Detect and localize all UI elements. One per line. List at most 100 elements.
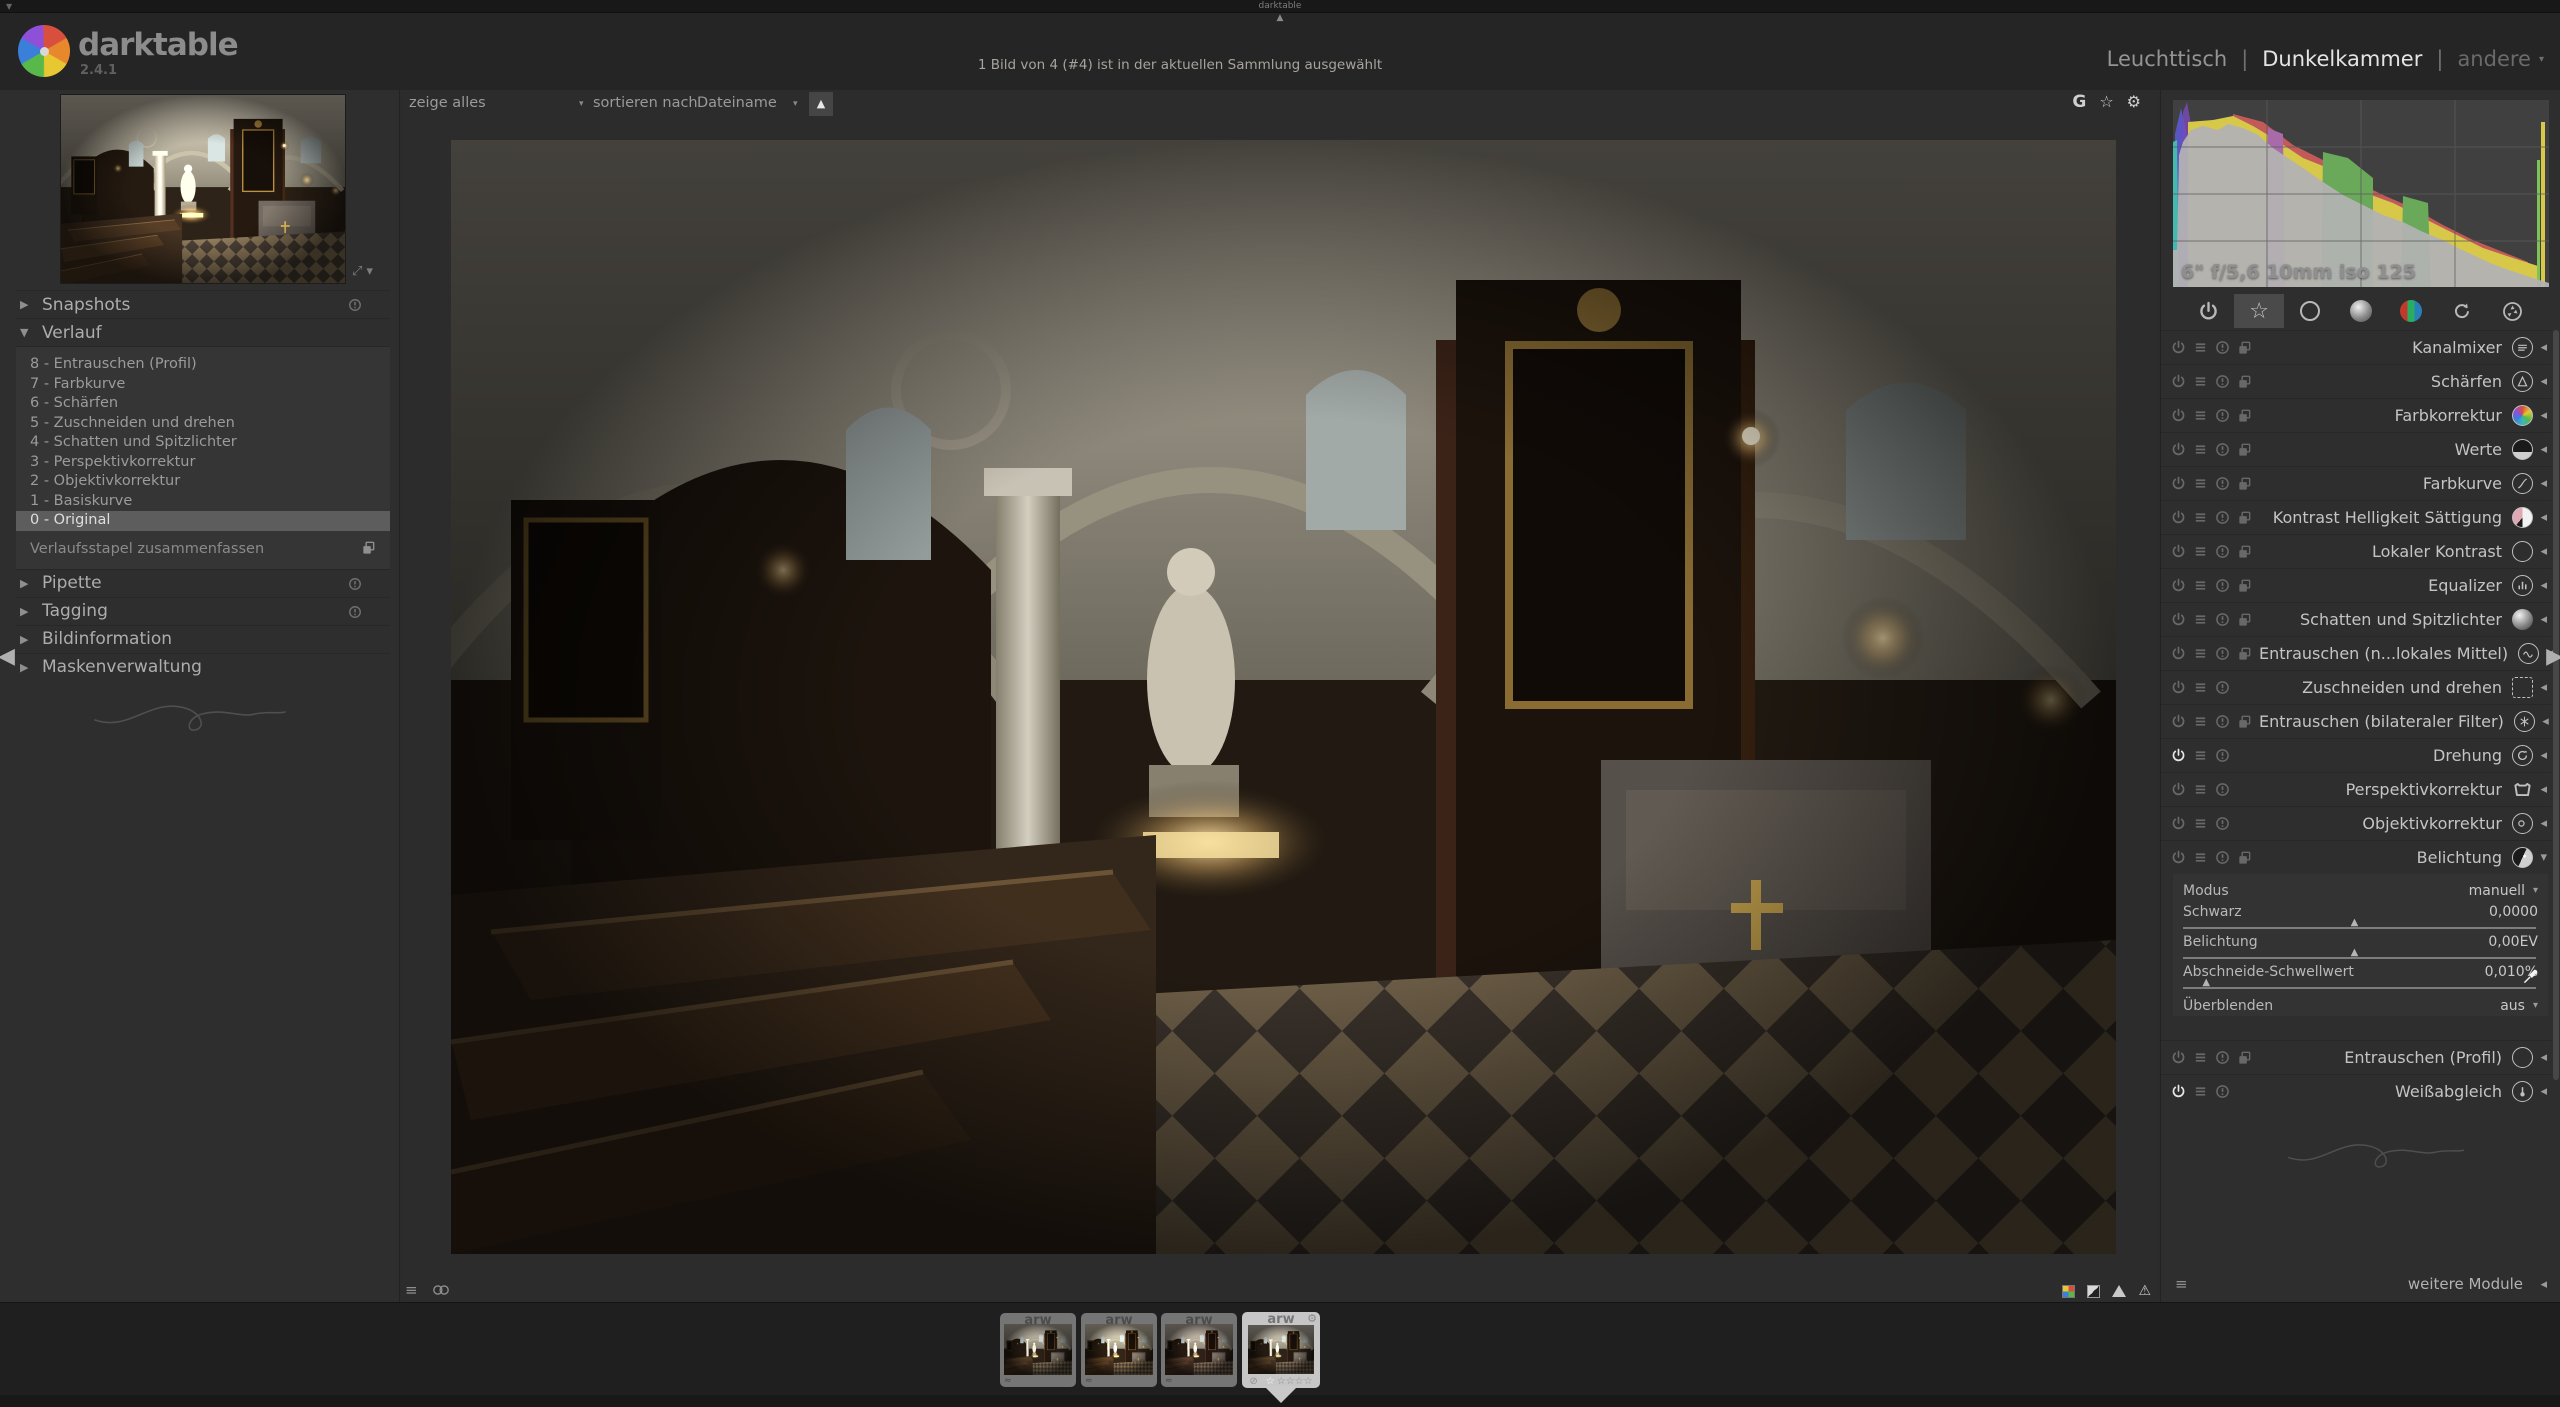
history-item[interactable]: 1 - Basiskurve: [16, 492, 390, 512]
reset-icon[interactable]: [2215, 340, 2230, 355]
slider-marker[interactable]: ▲: [2202, 977, 2210, 988]
view-other-dropdown-icon[interactable]: ▾: [2539, 54, 2544, 65]
module-zuschneiden-und-drehen[interactable]: Zuschneiden und drehen ◂: [2161, 670, 2551, 704]
mode-combobox[interactable]: Modus manuell ▾: [2183, 880, 2538, 901]
more-modules-label[interactable]: weitere Module: [2408, 1275, 2533, 1293]
module-label[interactable]: Belichtung: [2417, 848, 2512, 867]
reset-icon[interactable]: [2215, 408, 2230, 423]
module-belichtung[interactable]: Belichtung ▾: [2161, 840, 2551, 874]
tone-group-button[interactable]: [2335, 294, 2386, 328]
module-drehung[interactable]: Drehung ◂: [2161, 738, 2551, 772]
instances-icon[interactable]: [2237, 408, 2252, 423]
zoom-fit-icon[interactable]: ⤢: [352, 264, 366, 279]
reset-icon[interactable]: [2215, 442, 2230, 457]
expand-icon[interactable]: ◂: [2533, 782, 2547, 797]
section-history[interactable]: ▼ Verlauf: [16, 318, 390, 346]
power-icon[interactable]: [2171, 1084, 2186, 1099]
top-panel-collapse-icon[interactable]: ▲: [1277, 13, 1284, 23]
instances-icon[interactable]: [2237, 578, 2252, 593]
module-label[interactable]: Drehung: [2433, 746, 2512, 765]
section-pipette[interactable]: ▶ Pipette: [16, 569, 390, 597]
color-picker-icon[interactable]: [2523, 969, 2538, 984]
filmstrip-thumbnail-4-selected[interactable]: arw ⚙ ⊘ ☆ ☆☆☆☆: [1242, 1312, 1320, 1388]
module-farbkurve[interactable]: Farbkurve ◂: [2161, 466, 2551, 500]
expand-icon[interactable]: ◂: [2533, 510, 2547, 525]
module-label[interactable]: Weißabgleich: [2395, 1082, 2512, 1101]
module-schaerfen[interactable]: Schärfen ◂: [2161, 364, 2551, 398]
panel-scrollbar[interactable]: [2553, 330, 2559, 1080]
reset-icon[interactable]: [348, 605, 362, 619]
expand-icon[interactable]: ◂: [2533, 340, 2547, 355]
presets-icon[interactable]: [2193, 680, 2208, 695]
slider-marker[interactable]: ▲: [2351, 917, 2359, 928]
module-label[interactable]: Schärfen: [2431, 372, 2512, 391]
reset-icon[interactable]: [2215, 510, 2230, 525]
power-icon[interactable]: [2171, 442, 2186, 457]
instances-icon[interactable]: [2237, 374, 2252, 389]
history-item[interactable]: 7 - Farbkurve: [16, 375, 390, 395]
blend-combobox[interactable]: Überblenden aus ▾: [2183, 995, 2538, 1016]
reset-icon[interactable]: [348, 577, 362, 591]
power-icon[interactable]: [2171, 680, 2186, 695]
correction-group-button[interactable]: [2437, 294, 2488, 328]
instances-icon[interactable]: [2237, 646, 2252, 661]
module-label[interactable]: Farbkorrektur: [2395, 406, 2512, 425]
exposure-slider[interactable]: Belichtung0,00EV ▲: [2183, 933, 2538, 959]
expand-icon[interactable]: ◂: [2533, 374, 2547, 389]
expand-icon[interactable]: ◂: [2533, 1277, 2547, 1292]
power-icon[interactable]: [2171, 510, 2186, 525]
power-icon[interactable]: [2171, 612, 2186, 627]
expand-icon[interactable]: ◂: [2533, 442, 2547, 457]
module-label[interactable]: Werte: [2455, 440, 2512, 459]
filter-dropdown-icon[interactable]: ▾: [579, 99, 584, 109]
module-label[interactable]: Farbkurve: [2423, 474, 2512, 493]
module-label[interactable]: Schatten und Spitzlichter: [2300, 610, 2512, 629]
favorite-star-icon[interactable]: ☆: [2099, 92, 2113, 112]
presets-icon[interactable]: [2193, 374, 2208, 389]
module-lokaler-kontrast[interactable]: Lokaler Kontrast ◂: [2161, 534, 2551, 568]
sort-combobox[interactable]: Dateiname: [697, 95, 777, 111]
reset-icon[interactable]: [2215, 748, 2230, 763]
reset-icon[interactable]: [2215, 578, 2230, 593]
expand-icon[interactable]: ◂: [2533, 680, 2547, 695]
power-icon[interactable]: [2171, 850, 2186, 865]
favorites-group-button[interactable]: ☆: [2234, 294, 2285, 328]
thumbnail-gear-icon[interactable]: ⚙: [1307, 1312, 1317, 1325]
reset-icon[interactable]: [2215, 476, 2230, 491]
reject-icon[interactable]: ⊘: [1249, 1376, 1257, 1387]
presets-menu-icon[interactable]: ≡: [405, 1281, 418, 1299]
presets-icon[interactable]: [2193, 816, 2208, 831]
create-style-icon[interactable]: [361, 540, 376, 555]
color-group-button[interactable]: [2386, 294, 2437, 328]
section-snapshots[interactable]: ▶ Snapshots: [16, 290, 390, 318]
window-menu-icon[interactable]: ▼: [6, 0, 12, 13]
module-kontrast-helligkeit-saettigung[interactable]: Kontrast Helligkeit Sättigung ◂: [2161, 500, 2551, 534]
reset-icon[interactable]: [2215, 612, 2230, 627]
filmstrip-thumbnail-3[interactable]: arw ≈: [1161, 1313, 1237, 1387]
module-equalizer[interactable]: Equalizer ◂: [2161, 568, 2551, 602]
power-icon[interactable]: [2171, 578, 2186, 593]
expand-icon[interactable]: ◂: [2533, 544, 2547, 559]
module-weissabgleich[interactable]: Weißabgleich ◂: [2161, 1074, 2551, 1108]
power-icon[interactable]: [2171, 476, 2186, 491]
power-icon[interactable]: [2171, 782, 2186, 797]
reset-icon[interactable]: [2215, 850, 2230, 865]
section-mask-manager[interactable]: ▶ Maskenverwaltung: [16, 653, 390, 681]
zoom-dropdown-icon[interactable]: ▾: [366, 264, 377, 279]
history-item-selected[interactable]: 0 - Original: [16, 511, 390, 531]
reset-icon[interactable]: [2215, 544, 2230, 559]
black-slider[interactable]: Schwarz0,0000 ▲: [2183, 903, 2538, 929]
module-label[interactable]: Kanalmixer: [2412, 338, 2512, 357]
raw-overexposure-icon[interactable]: ⚠: [2138, 1283, 2151, 1299]
settings-gear-icon[interactable]: ⚙: [2127, 92, 2141, 112]
module-label[interactable]: Zuschneiden und drehen: [2302, 678, 2512, 697]
reset-icon[interactable]: [2215, 714, 2230, 729]
filmstrip-thumbnail-2[interactable]: arw ≈: [1081, 1313, 1157, 1387]
presets-icon[interactable]: [2193, 748, 2208, 763]
section-tagging[interactable]: ▶ Tagging: [16, 597, 390, 625]
presets-icon[interactable]: [2193, 578, 2208, 593]
module-perspektivkorrektur[interactable]: Perspektivkorrektur ◂: [2161, 772, 2551, 806]
module-schatten-und-spitzlichter[interactable]: Schatten und Spitzlichter ◂: [2161, 602, 2551, 636]
exposure-track[interactable]: ▲: [2183, 957, 2536, 959]
reset-icon[interactable]: [2215, 816, 2230, 831]
